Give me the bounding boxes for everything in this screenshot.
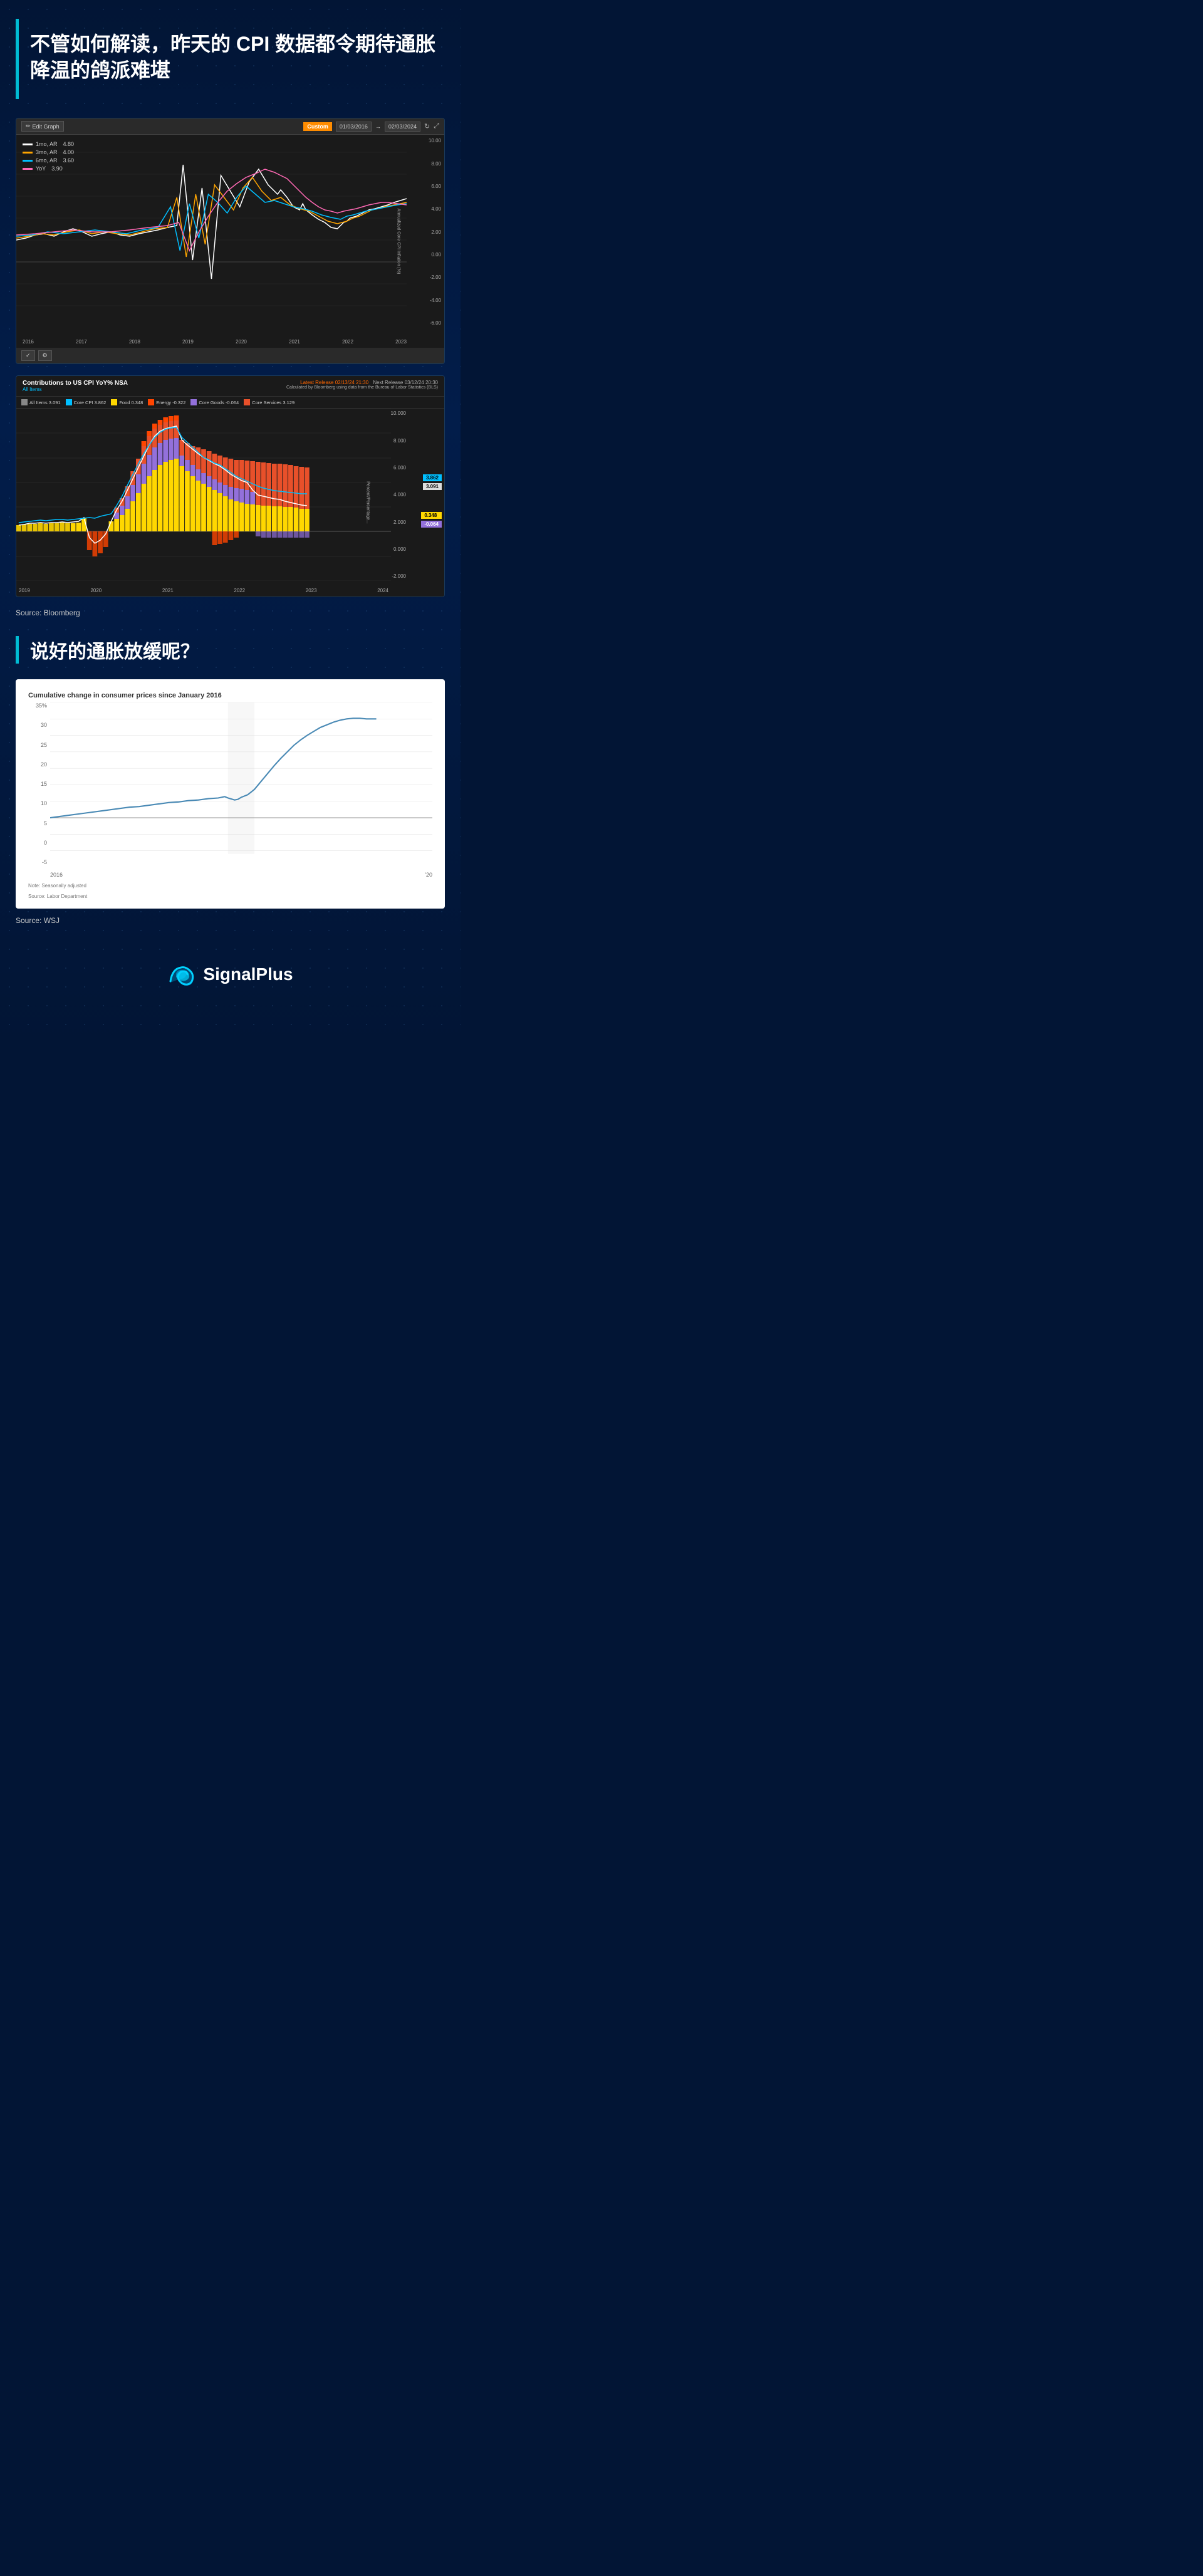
- bloomberg-legend: All Items 3.091 Core CPI 3.862 Food 0.34…: [16, 397, 444, 409]
- edit-graph-button[interactable]: ✏ Edit Graph: [21, 121, 64, 132]
- legend-yoy: YoY 3.90: [23, 165, 74, 172]
- bloomberg-title: Contributions to US CPI YoY% NSA: [23, 380, 128, 387]
- date-end[interactable]: 02/03/2024: [385, 122, 420, 132]
- logo-text: SignalPlus: [203, 964, 293, 984]
- bloomberg-header: Contributions to US CPI YoY% NSA All Ite…: [16, 376, 444, 397]
- check-button[interactable]: ✓: [21, 350, 35, 361]
- badge-neg0064: -0.064: [421, 521, 442, 528]
- latest-release: Latest Release 02/13/24 21:30 Next Relea…: [286, 380, 438, 385]
- bloomberg-y-axis: 10.000 8.000 6.000 4.000 2.000 0.000 -2.…: [389, 409, 408, 581]
- bloomberg-right-badges: 3.862 3.091: [423, 474, 442, 490]
- refresh-icon[interactable]: ↻: [424, 122, 430, 130]
- bloomberg-chart-area: Percent/Percentage... 10.000 8.000 6.000…: [16, 409, 444, 597]
- section-heading: 说好的通胀放缓呢？: [30, 636, 445, 664]
- signalplus-logo-icon: [167, 962, 195, 986]
- footer: SignalPlus: [16, 944, 445, 999]
- wsj-chart-inner: 35% 30 25 20 15 10 5 0 -5 RECESSION: [28, 702, 432, 878]
- fred-chart-svg: [16, 135, 407, 329]
- bloomberg-calc: Calculated by Bloomberg using data from …: [286, 385, 438, 390]
- fred-y-axis: 10.00 8.00 6.00 4.00 2.00 0.00 -2.00 -4.…: [410, 135, 444, 329]
- fred-legend: 1mo, AR 4.80 3mo, AR 4.00 6mo, AR 3.60: [23, 141, 74, 172]
- bloomberg-subtitle: All Items: [23, 387, 128, 392]
- source-bloomberg: Source: Bloomberg: [16, 608, 445, 617]
- bloomberg-right-badges-2: 0.348 -0.064: [421, 512, 442, 528]
- wsj-note1: Note: Seasonally adjusted: [28, 883, 432, 889]
- legend-1mo: 1mo, AR 4.80: [23, 141, 74, 147]
- settings-button[interactable]: ⚙: [38, 350, 52, 361]
- fred-bottom-bar: ✓ ⚙: [16, 348, 444, 363]
- fred-chart-container: ✏ Edit Graph Custom 01/03/2016 → 02/03/2…: [16, 118, 445, 364]
- edit-icon: ✏: [26, 123, 31, 130]
- bloomberg-chart-container: Contributions to US CPI YoY% NSA All Ite…: [16, 375, 445, 597]
- expand-icon[interactable]: ⤢: [434, 122, 439, 130]
- main-title: 不管如何解读，昨天的 CPI 数据都令期待通胀降温的鸽派难堪: [30, 31, 445, 83]
- legend-3mo: 3mo, AR 4.00: [23, 149, 74, 155]
- bloomberg-x-axis: 2019 2020 2021 2022 2023 2024: [16, 588, 391, 593]
- wsj-note2: Source: Labor Department: [28, 894, 432, 899]
- wsj-chart-title: Cumulative change in consumer prices sin…: [28, 692, 432, 699]
- fred-toolbar: ✏ Edit Graph Custom 01/03/2016 → 02/03/2…: [16, 118, 444, 135]
- bloomberg-y-label: Percent/Percentage...: [366, 465, 370, 540]
- wsj-x-axis: 2016 '20: [50, 872, 432, 878]
- wsj-chart-container: Cumulative change in consumer prices sin…: [16, 679, 445, 909]
- title-section: 不管如何解读，昨天的 CPI 数据都令期待通胀降温的鸽派难堪: [16, 19, 445, 99]
- fred-chart-area: 1mo, AR 4.80 3mo, AR 4.00 6mo, AR 3.60: [16, 135, 444, 348]
- badge-3091: 3.091: [423, 483, 442, 490]
- wsj-chart-svg: [50, 702, 432, 873]
- section2-title: 说好的通胀放缓呢？: [16, 636, 445, 664]
- legend-6mo: 6mo, AR 3.60: [23, 157, 74, 164]
- badge-3862: 3.862: [423, 474, 442, 481]
- fred-x-axis: 2016 2017 2018 2019 2020 2021 2022 2023: [23, 339, 407, 345]
- date-start[interactable]: 01/03/2016: [336, 122, 372, 132]
- wsj-y-axis: 35% 30 25 20 15 10 5 0 -5: [28, 702, 50, 865]
- source-wsj: Source: WSJ: [16, 916, 445, 925]
- bloomberg-chart-svg: [16, 409, 391, 581]
- badge-0348: 0.348: [421, 512, 442, 519]
- custom-badge: Custom: [303, 122, 332, 131]
